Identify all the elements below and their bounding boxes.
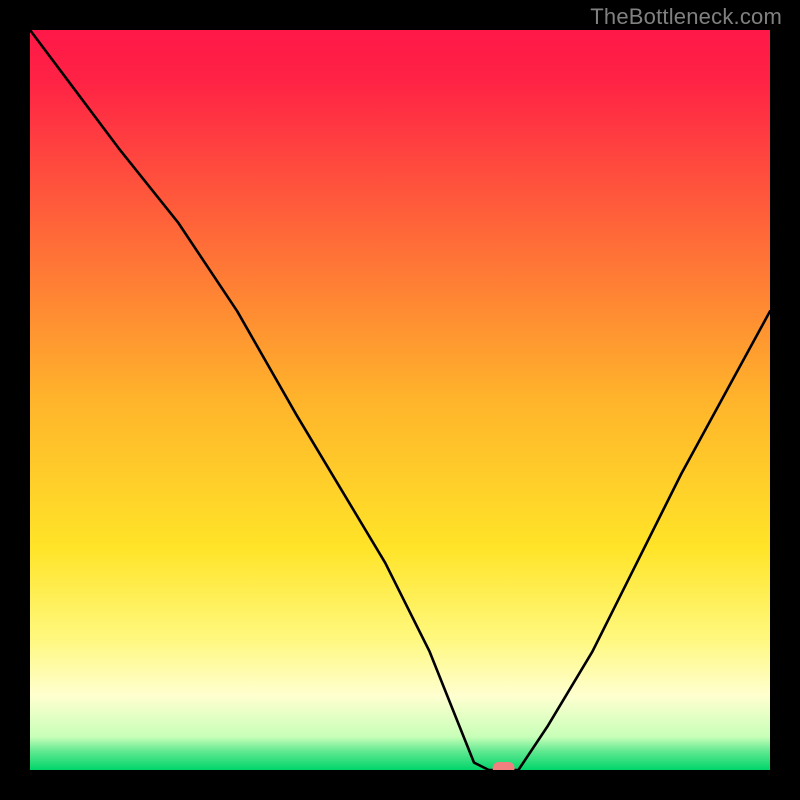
gradient-background: [30, 30, 770, 770]
chart-frame: TheBottleneck.com: [0, 0, 800, 800]
plot-area: [30, 30, 770, 770]
watermark-text: TheBottleneck.com: [590, 4, 782, 30]
chart-svg: [30, 30, 770, 770]
minimum-marker: [493, 762, 515, 770]
